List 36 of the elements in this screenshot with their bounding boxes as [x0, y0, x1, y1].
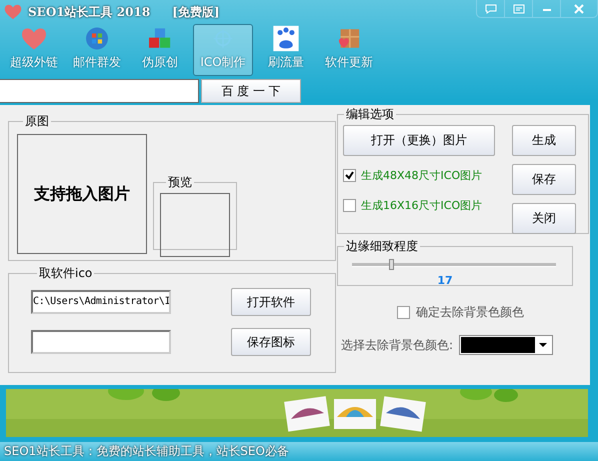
- search-field[interactable]: [0, 79, 199, 103]
- preview-area: [160, 193, 230, 257]
- action-button[interactable]: 生成: [512, 125, 576, 156]
- status-text: SEO1站长工具：免费的站长辅助工具，站长SEO必备: [4, 443, 289, 460]
- image-drop-area[interactable]: 支持拖入图片: [17, 134, 147, 254]
- color-dropdown[interactable]: [459, 335, 554, 355]
- checkbox[interactable]: [397, 306, 410, 319]
- checkbox-label: 生成48X48尺寸ICO图片: [361, 168, 482, 182]
- slider-value: 17: [437, 274, 453, 287]
- group-title: 编辑选项: [345, 106, 395, 123]
- action-button[interactable]: 关闭: [512, 203, 576, 234]
- text-field[interactable]: [31, 330, 171, 354]
- action-button[interactable]: 保存: [512, 164, 576, 195]
- open-image-button[interactable]: 打开（更换）图片: [343, 125, 495, 156]
- heart-icon: [4, 4, 22, 20]
- checkbox-label: 确定去除背景色颜色: [416, 304, 524, 321]
- group-title: 边缘细致程度: [345, 238, 419, 255]
- caret-icon: [539, 343, 548, 347]
- preview-title: 预览: [167, 174, 193, 191]
- color-label: 选择去除背景色颜色:: [341, 336, 454, 354]
- search-button[interactable]: 百 度 一 下: [201, 79, 301, 103]
- group-title: 原图: [24, 113, 50, 130]
- checkbox[interactable]: [343, 198, 356, 212]
- window-title: SEO1站长工具 2018: [28, 4, 150, 20]
- checkbox[interactable]: [343, 168, 356, 182]
- slider-thumb[interactable]: [388, 259, 394, 270]
- edition-label: [免费版]: [172, 4, 220, 20]
- speech-bubble-icon: [484, 4, 496, 14]
- open-software-button[interactable]: 打开软件: [231, 288, 311, 316]
- paw-icon: [271, 25, 301, 52]
- save-icon-button[interactable]: 保存图标: [231, 328, 311, 356]
- path-field[interactable]: C:\Users\Administrator\I: [31, 290, 171, 314]
- group-title: 取软件ico: [38, 265, 94, 282]
- close-icon: [573, 4, 585, 14]
- checkbox-label: 生成16X16尺寸ICO图片: [361, 198, 482, 212]
- window-icon: [512, 4, 524, 14]
